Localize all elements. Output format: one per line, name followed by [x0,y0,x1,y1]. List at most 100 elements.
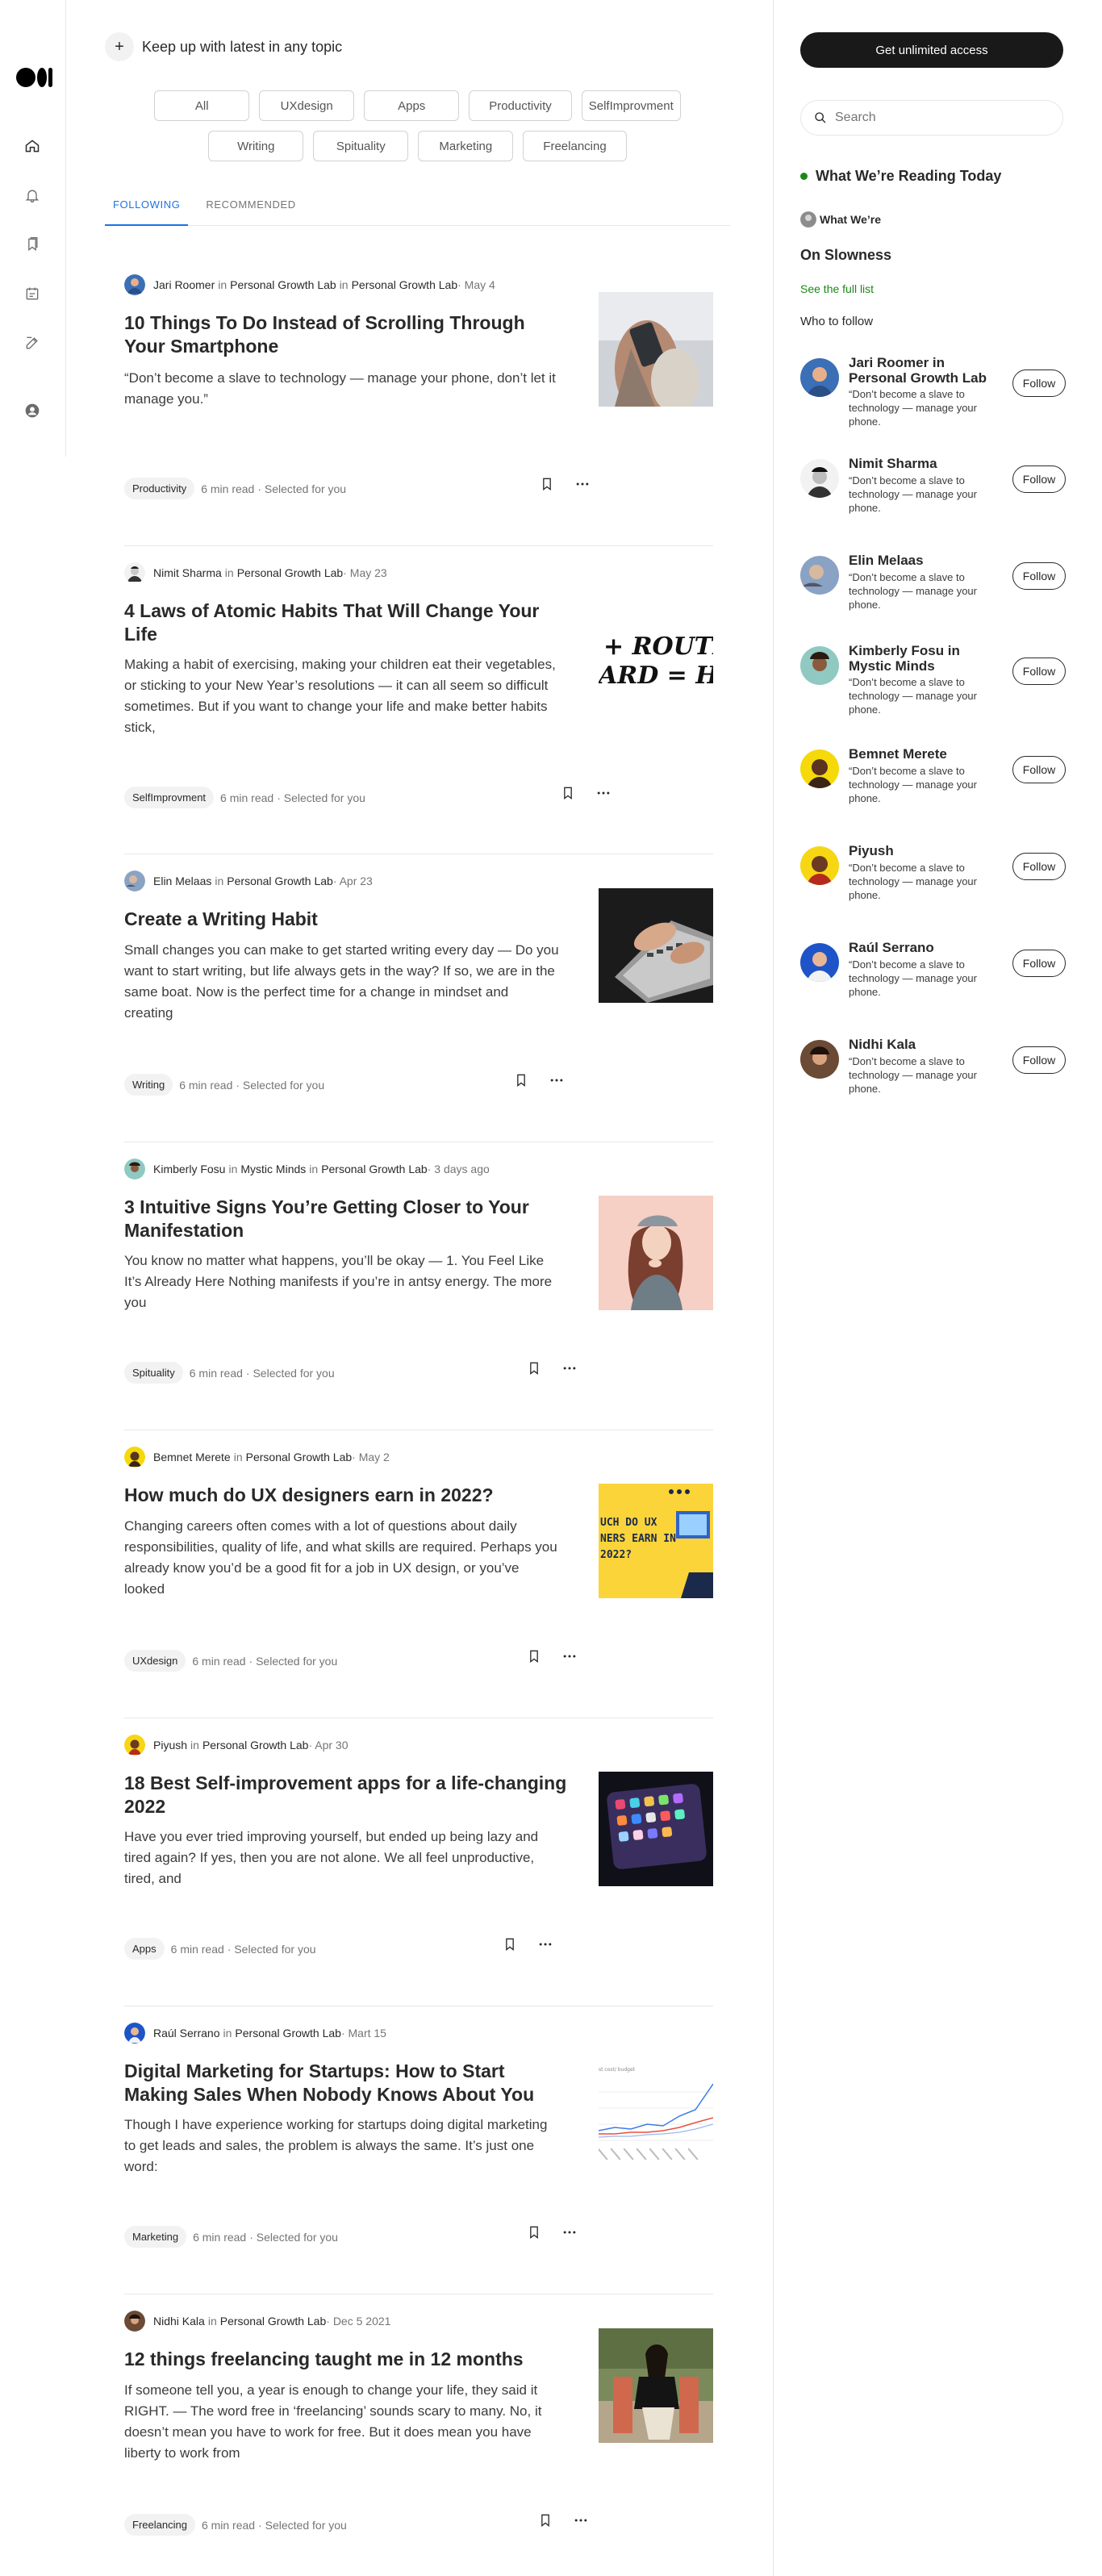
person-name[interactable]: Nidhi Kala [849,1037,1002,1052]
see-full-list-link[interactable]: See the full list [800,282,874,295]
bookmark-icon[interactable] [539,476,555,492]
article-excerpt[interactable]: If someone tell you, a year is enough to… [124,2380,560,2464]
topic-tag[interactable]: UXdesign [124,1650,186,1672]
follow-button[interactable]: Follow [1012,756,1066,783]
article-title[interactable]: 3 Intuitive Signs You’re Getting Closer … [124,1196,568,1242]
on-slowness-title[interactable]: On Slowness [800,247,891,264]
chip-writing[interactable]: Writing [208,131,304,161]
article-title[interactable]: Create a Writing Habit [124,908,568,931]
article-card[interactable]: Raúl Serrano in Personal Growth Lab · Ma… [124,2006,713,2294]
topic-tag[interactable]: SelfImprovment [124,787,215,808]
follow-button[interactable]: Follow [1012,466,1066,493]
publication-name[interactable]: Personal Growth Lab [237,566,344,579]
bell-icon[interactable] [23,186,41,204]
article-card[interactable]: Elin Melaas in Personal Growth Lab · Apr… [124,854,713,1142]
more-icon[interactable] [561,1360,578,1376]
publication-name[interactable]: Personal Growth Lab [230,278,336,291]
topic-tag[interactable]: Freelancing [124,2514,195,2536]
chip-freelancing[interactable]: Freelancing [523,131,627,161]
author-name[interactable]: Kimberly Fosu [153,1163,225,1175]
author-avatar[interactable] [124,2023,145,2044]
bookmarks-icon[interactable] [23,236,41,253]
person-name[interactable]: Jari Roomer in Personal Growth Lab [849,355,1002,386]
follow-button[interactable]: Follow [1012,658,1066,685]
article-thumbnail[interactable]: + ROUTI ARD = H [599,604,713,719]
article-title[interactable]: Digital Marketing for Startups: How to S… [124,2060,568,2106]
medium-logo[interactable] [16,68,52,87]
author-name[interactable]: Nimit Sharma [153,566,222,579]
more-icon[interactable] [561,2224,578,2240]
person-name[interactable]: Nimit Sharma [849,456,1002,471]
chip-productivity[interactable]: Productivity [469,90,572,121]
article-title[interactable]: How much do UX designers earn in 2022? [124,1484,568,1507]
article-card[interactable]: Bemnet Merete in Personal Growth Lab · M… [124,1430,713,1718]
publication-name[interactable]: Personal Growth Lab [220,2315,327,2328]
article-card[interactable]: Nimit Sharma in Personal Growth Lab · Ma… [124,546,713,854]
more-icon[interactable] [561,1648,578,1664]
tab-recommended[interactable]: RECOMMENDED [198,187,303,226]
publication-name[interactable]: Personal Growth Lab [352,278,458,291]
article-thumbnail[interactable]: st cost/ budget [599,2060,713,2174]
article-thumbnail[interactable] [599,1772,713,1886]
author-avatar[interactable] [124,870,145,891]
article-excerpt[interactable]: Small changes you can make to get starte… [124,940,560,1024]
follow-button[interactable]: Follow [1012,562,1066,590]
person-avatar[interactable] [800,646,839,685]
what-were-item[interactable]: What We’re [800,211,881,228]
person-name[interactable]: Raúl Serrano [849,940,1002,955]
bookmark-icon[interactable] [526,1360,542,1376]
article-title[interactable]: 4 Laws of Atomic Habits That Will Change… [124,599,568,646]
article-thumbnail[interactable] [599,292,713,407]
get-unlimited-access-button[interactable]: Get unlimited access [800,32,1063,68]
article-thumbnail[interactable] [599,1196,713,1310]
topic-tag[interactable]: Productivity [124,478,195,499]
article-excerpt[interactable]: Changing careers often comes with a lot … [124,1516,560,1600]
author-name[interactable]: Bemnet Merete [153,1451,231,1463]
article-excerpt[interactable]: Though I have experience working for sta… [124,2115,560,2177]
person-avatar[interactable] [800,943,839,982]
bookmark-icon[interactable] [537,2512,553,2528]
chip-selfimprovment[interactable]: SelfImprovment [581,90,681,121]
person-name[interactable]: Bemnet Merete [849,746,1002,762]
write-icon[interactable] [23,334,41,352]
person-avatar[interactable] [800,749,839,788]
article-title[interactable]: 18 Best Self-improvement apps for a life… [124,1772,568,1818]
publication-name[interactable]: Personal Growth Lab [321,1163,428,1175]
publication-name[interactable]: Personal Growth Lab [202,1739,309,1751]
publication-name[interactable]: Personal Growth Lab [227,875,333,887]
person-name[interactable]: Piyush [849,843,1002,858]
person-avatar[interactable] [800,556,839,595]
author-avatar[interactable] [124,274,145,295]
topic-tag[interactable]: Writing [124,1074,173,1096]
article-card[interactable]: Kimberly Fosu in Mystic Minds in Persona… [124,1142,713,1430]
follow-button[interactable]: Follow [1012,369,1066,397]
chip-uxdesign[interactable]: UXdesign [259,90,355,121]
person-avatar[interactable] [800,1040,839,1079]
bookmark-icon[interactable] [526,1648,542,1664]
tab-following[interactable]: FOLLOWING [105,187,189,226]
more-icon[interactable] [537,1936,553,1952]
author-avatar[interactable] [124,562,145,583]
bookmark-icon[interactable] [560,785,576,801]
topic-tag[interactable]: Apps [124,1938,165,1960]
bookmark-icon[interactable] [513,1072,529,1088]
more-icon[interactable] [595,785,612,801]
person-name[interactable]: Elin Melaas [849,553,1002,568]
chip-apps[interactable]: Apps [364,90,460,121]
more-icon[interactable] [574,476,591,492]
author-avatar[interactable] [124,1159,145,1179]
search-box[interactable] [800,100,1063,136]
more-icon[interactable] [573,2512,589,2528]
article-thumbnail[interactable] [599,2328,713,2443]
bookmark-icon[interactable] [526,2224,542,2240]
author-name[interactable]: Nidhi Kala [153,2315,205,2328]
search-input[interactable] [835,111,1045,125]
author-name[interactable]: Elin Melaas [153,875,211,887]
more-icon[interactable] [549,1072,565,1088]
reading-today-heading[interactable]: What We’re Reading Today [800,168,1001,185]
article-thumbnail[interactable] [599,888,713,1003]
profile-icon[interactable] [23,402,41,420]
article-card[interactable]: Piyush in Personal Growth Lab · Apr 30 1… [124,1718,713,2006]
chip-all[interactable]: All [154,90,250,121]
author-avatar[interactable] [124,1735,145,1756]
